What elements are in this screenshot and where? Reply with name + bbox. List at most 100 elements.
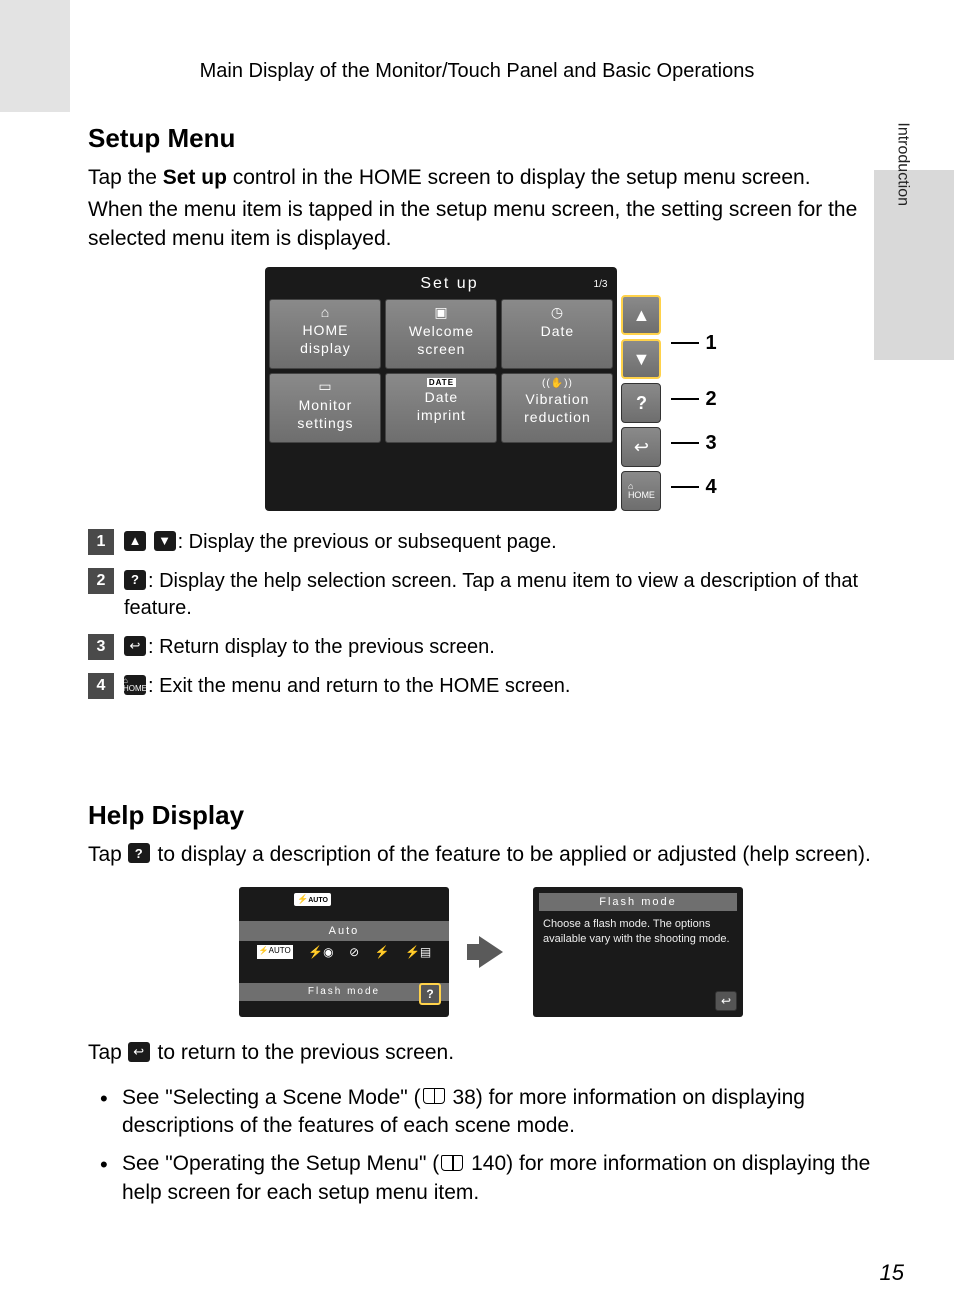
corner-decoration xyxy=(0,0,70,112)
setup-screen: Set up 1/3 ⌂ HOME display ▣ Welcome scre… xyxy=(265,267,617,511)
callout-num: 3 xyxy=(705,432,716,455)
help-button-highlighted[interactable]: ? xyxy=(419,983,441,1005)
help-section: Help Display Tap ? to display a descript… xyxy=(88,800,894,1207)
help-title: Flash mode xyxy=(539,893,737,911)
text: : Return display to the previous screen. xyxy=(148,636,495,658)
text: Tap xyxy=(88,843,128,866)
home-icon: ⌂HOME xyxy=(124,675,146,695)
page-indicator: 1/3 xyxy=(594,279,608,290)
help-icon: ? xyxy=(124,570,146,590)
bold-text: Set up xyxy=(163,166,227,189)
text: See "Selecting a Scene Mode" ( xyxy=(122,1086,421,1109)
help-screen-after: Flash mode Choose a flash mode. The opti… xyxy=(533,887,743,1017)
page: Introduction Main Display of the Monitor… xyxy=(0,0,954,1314)
page-number: 15 xyxy=(880,1260,904,1286)
text: to return to the previous screen. xyxy=(152,1041,454,1064)
nav-column: ▲ ▼ ? ↩ ⌂HOME xyxy=(621,267,661,511)
bullet-item-1: See "Selecting a Scene Mode" ( 38) for m… xyxy=(100,1084,894,1141)
legend-row-1: 1 ▲ ▼: Display the previous or subsequen… xyxy=(88,529,894,556)
flash-auto-icon[interactable]: ⚡AUTO xyxy=(257,945,293,959)
legend-text: ↩: Return display to the previous screen… xyxy=(124,634,894,661)
book-icon xyxy=(441,1155,463,1171)
clock-icon: ◷ xyxy=(551,304,564,321)
text: Tap xyxy=(88,1041,128,1064)
setup-paragraph-2: When the menu item is tapped in the setu… xyxy=(88,196,894,253)
side-tab xyxy=(874,170,954,360)
text: to display a description of the feature … xyxy=(152,843,871,866)
flash-on-icon[interactable]: ⚡ xyxy=(375,945,390,959)
callout-num: 2 xyxy=(705,388,716,411)
auto-label: Auto xyxy=(239,921,449,941)
setup-title-row: Set up 1/3 xyxy=(269,271,613,299)
help-body-text: Choose a flash mode. The options availab… xyxy=(539,915,737,949)
page-up-button[interactable]: ▲ xyxy=(621,295,661,335)
cell-monitor-settings[interactable]: ▭ Monitor settings xyxy=(269,373,381,443)
flash-redeye-icon[interactable]: ⚡◉ xyxy=(308,945,333,959)
section-title-setup: Setup Menu xyxy=(88,123,894,154)
cell-label: Monitor xyxy=(299,397,353,415)
legend-num: 4 xyxy=(88,673,114,699)
page-ref: 38 xyxy=(452,1086,475,1109)
page-ref: 140 xyxy=(471,1152,506,1175)
text: : Display the previous or subsequent pag… xyxy=(178,531,557,553)
legend-num: 2 xyxy=(88,568,114,594)
legend-text: ⌂HOME: Exit the menu and return to the H… xyxy=(124,673,894,700)
cell-home-display[interactable]: ⌂ HOME display xyxy=(269,299,381,369)
monitor-icon: ▭ xyxy=(318,378,332,395)
cell-label: HOME xyxy=(302,322,348,340)
page-down-button[interactable]: ▼ xyxy=(621,339,661,379)
up-triangle-icon: ▲ xyxy=(124,531,146,551)
help-paragraph-1: Tap ? to display a description of the fe… xyxy=(88,841,894,869)
text: See "Operating the Setup Menu" ( xyxy=(122,1152,439,1175)
cell-label: reduction xyxy=(524,409,591,427)
cell-label: Welcome xyxy=(409,323,474,341)
back-icon: ↩ xyxy=(124,636,146,656)
home-button[interactable]: ⌂HOME xyxy=(621,471,661,511)
back-button[interactable]: ↩ xyxy=(621,427,661,467)
cell-label: settings xyxy=(297,415,353,433)
cell-vibration-reduction[interactable]: ((✋)) Vibration reduction xyxy=(501,373,613,443)
back-button[interactable]: ↩ xyxy=(715,991,737,1011)
text: Tap the xyxy=(88,166,163,189)
legend-num: 1 xyxy=(88,529,114,555)
help-icon: ? xyxy=(128,843,150,863)
cell-label: Vibration xyxy=(525,391,589,409)
cell-date[interactable]: ◷ Date xyxy=(501,299,613,369)
setup-grid: ⌂ HOME display ▣ Welcome screen ◷ Date xyxy=(269,299,613,443)
vibration-icon: ((✋)) xyxy=(542,378,573,389)
cell-label: screen xyxy=(417,341,465,359)
legend-row-3: 3 ↩: Return display to the previous scre… xyxy=(88,634,894,661)
legend-text: ?: Display the help selection screen. Ta… xyxy=(124,568,894,622)
cell-label: display xyxy=(300,340,351,358)
callout-1: 1 xyxy=(671,311,716,375)
callout-num: 1 xyxy=(705,332,716,355)
setup-figure: Set up 1/3 ⌂ HOME display ▣ Welcome scre… xyxy=(88,267,894,511)
help-button[interactable]: ? xyxy=(621,383,661,423)
side-tab-label: Introduction xyxy=(894,122,912,206)
cell-welcome-screen[interactable]: ▣ Welcome screen xyxy=(385,299,497,369)
help-figures: ⚡AUTO Auto ⚡AUTO ⚡◉ ⊘ ⚡ ⚡▤ Flash mode ? … xyxy=(88,887,894,1017)
flash-off-icon[interactable]: ⊘ xyxy=(349,945,359,959)
text: control in the HOME screen to display th… xyxy=(227,166,811,189)
flash-slow-icon[interactable]: ⚡▤ xyxy=(405,945,431,959)
cell-label: Date xyxy=(425,389,459,407)
help-screen-before: ⚡AUTO Auto ⚡AUTO ⚡◉ ⊘ ⚡ ⚡▤ Flash mode ? xyxy=(239,887,449,1017)
legend-text: ▲ ▼: Display the previous or subsequent … xyxy=(124,529,894,556)
back-icon: ↩ xyxy=(128,1042,150,1062)
home-icon: ⌂ xyxy=(321,304,330,320)
callout-2: 2 xyxy=(671,379,716,419)
callout-3: 3 xyxy=(671,423,716,463)
callout-4: 4 xyxy=(671,467,716,507)
down-triangle-icon: ▼ xyxy=(154,531,176,551)
welcome-icon: ▣ xyxy=(434,304,448,321)
setup-figure-wrap: Set up 1/3 ⌂ HOME display ▣ Welcome scre… xyxy=(265,267,716,511)
legend-row-4: 4 ⌂HOME: Exit the menu and return to the… xyxy=(88,673,894,700)
flash-options-row: ⚡AUTO ⚡◉ ⊘ ⚡ ⚡▤ xyxy=(249,945,439,959)
cell-date-imprint[interactable]: DATE Date imprint xyxy=(385,373,497,443)
arrow-right-icon xyxy=(479,936,503,968)
legend-num: 3 xyxy=(88,634,114,660)
setup-paragraph-1: Tap the Set up control in the HOME scree… xyxy=(88,164,894,192)
legend: 1 ▲ ▼: Display the previous or subsequen… xyxy=(88,529,894,700)
text: : Exit the menu and return to the HOME s… xyxy=(148,675,570,697)
date-imprint-icon: DATE xyxy=(427,378,456,387)
